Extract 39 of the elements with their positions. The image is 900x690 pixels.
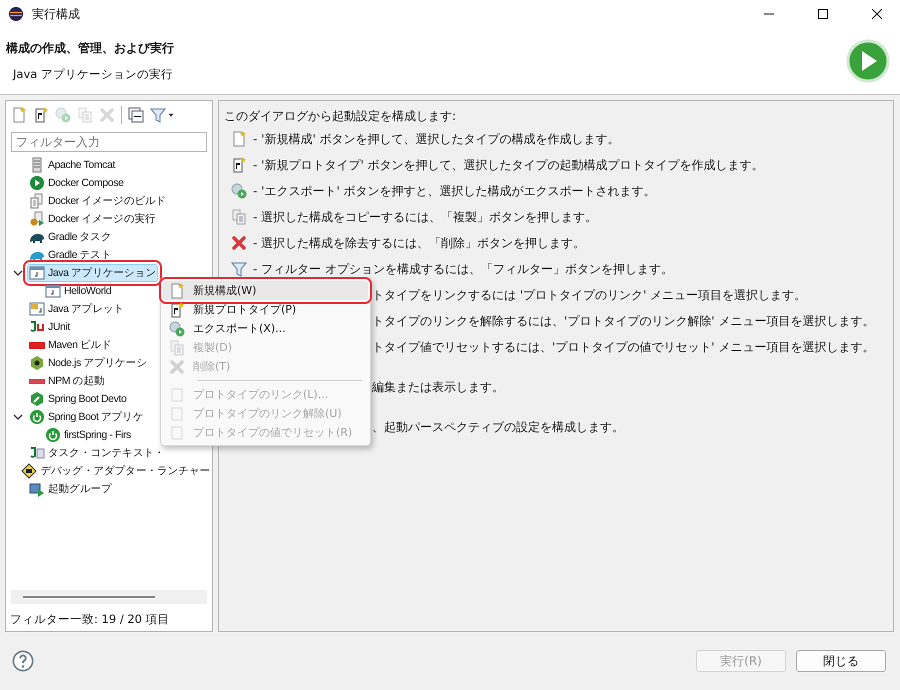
tree-item[interactable]: 起動グループ [27,480,114,498]
tree-item[interactable]: Spring Boot Devto [27,390,128,408]
tree-item[interactable]: Apache Tomcat [27,156,117,174]
window-title: 実行構成 [32,6,81,22]
help-text: - 選択した構成をコピーするには、「複製」ボタンを押します。 [253,208,598,226]
help-text: - '新規構成' ボタンを押して、選択したタイプの構成を作成します。 [253,130,620,148]
tree-item[interactable]: デバッグ・アダプター・ランチャー [19,462,212,480]
menu-item[interactable]: 新規プロトタイプ(P) [163,300,368,319]
tree-item[interactable]: Gradle タスク [27,228,114,246]
help-text: トタイプのリンクを解除するには、'プロトタイプのリンク解除' メニュー項目を選択します。 [372,312,874,330]
help-text: - フィルター オプションを構成するには、「フィルター」ボタンを押します。 [253,260,673,278]
dialog-button[interactable]: 閉じる [796,650,886,672]
tree-item[interactable]: firstSpring - Firs [43,426,133,444]
header-subtitle: Java アプリケーションの実行 [11,67,174,82]
help-text: 、起動パースペクティブの設定を構成します。 [372,418,624,436]
help-text: トタイプ値でリセットするには、'プロトタイプの値でリセット' メニュー項目を選択します。 [372,338,874,356]
help-intro: このダイアログから起動設定を構成します: [224,108,456,124]
tree-item[interactable]: NPM の起動 [27,372,106,390]
tree-item[interactable]: Maven ビルド [27,336,114,354]
tree-item[interactable]: Spring Boot アプリケ [27,408,146,426]
help-text: - 'エクスポート' ボタンを押すと、選択した構成がエクスポートされます。 [253,182,656,200]
tree-item[interactable]: Docker Compose [27,174,126,192]
filter-field[interactable]: フィルター入力 [11,132,207,152]
help-text: - 選択した構成を除去するには、「削除」ボタンを押します。 [253,234,586,252]
tree-item[interactable]: Java アプレット [27,300,126,318]
help-text: - '新規プロトタイプ' ボタンを押して、選択したタイプの起動構成プロトタイプを作成します。 [253,156,764,174]
help-text: トタイプをリンクするには 'プロトタイプのリンク' メニュー項目を選択します。 [372,286,806,304]
tree-item[interactable]: タスク・コンテキスト・ [27,444,167,462]
tree-item[interactable]: Node.js アプリケーシ [27,354,149,372]
filter-status: フィルター一致: 19 / 20 項目 [9,612,171,628]
tree-item[interactable]: JUnit [27,318,72,336]
tree-item[interactable]: Gradle テスト [27,246,114,264]
header-title: 構成の作成、管理、および実行 [6,40,175,57]
menu-item[interactable]: 新規構成(W) [163,281,368,300]
tree-item[interactable]: Docker イメージのビルド [27,192,168,210]
help-text: 編集または表示します。 [372,378,504,396]
menu-item[interactable]: エクスポート(X)... [163,319,368,338]
tree-item[interactable]: HelloWorld [43,282,114,300]
tree-item[interactable]: Docker イメージの実行 [27,210,158,228]
